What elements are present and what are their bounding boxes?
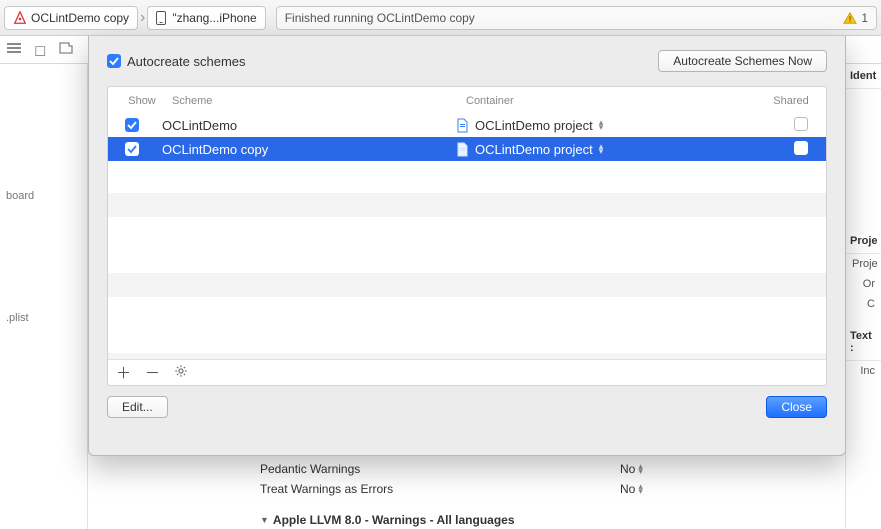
container-stepper-icon[interactable]: ▴▾ <box>599 120 604 130</box>
col-shared[interactable]: Shared <box>766 95 816 107</box>
edit-button[interactable]: Edit... <box>107 396 168 418</box>
phone-icon <box>156 11 166 25</box>
stepper-icon[interactable]: ▴▾ <box>638 464 643 474</box>
table-row <box>108 193 826 217</box>
remove-scheme-button[interactable]: － <box>145 362 160 383</box>
container-name: OCLintDemo project <box>475 142 593 157</box>
setting-value: No <box>620 482 635 496</box>
table-footer: ＋ － <box>108 359 826 385</box>
autocreate-now-button[interactable]: Autocreate Schemes Now <box>658 50 827 72</box>
activity-status-bar: Finished running OCLintDemo copy 1 <box>276 6 877 30</box>
inspector-field: Proje <box>846 254 881 274</box>
shared-checkbox[interactable] <box>794 141 808 155</box>
file-item[interactable]: board <box>6 190 81 202</box>
table-body[interactable]: OCLintDemo OCLintDemo project ▴▾ OCLintD… <box>108 113 826 359</box>
setting-key: Pedantic Warnings <box>260 462 620 476</box>
file-item[interactable]: .plist <box>6 312 81 324</box>
inspector-section: Ident <box>846 64 881 89</box>
scheme-name: OCLintDemo copy <box>31 11 129 25</box>
setting-row[interactable]: Treat Warnings as Errors No▴▾ <box>260 479 841 499</box>
warning-icon[interactable] <box>843 11 857 25</box>
build-settings: Pedantic Warnings No▴▾ Treat Warnings as… <box>260 459 841 529</box>
setting-key: Treat Warnings as Errors <box>260 482 620 496</box>
disclosure-triangle-icon[interactable]: ▼ <box>260 515 269 525</box>
warning-count: 1 <box>861 11 868 25</box>
scheme-name: OCLintDemo copy <box>156 142 456 157</box>
project-icon <box>456 118 469 133</box>
chevron-right-icon: › <box>138 9 147 27</box>
col-scheme[interactable]: Scheme <box>166 95 466 107</box>
device-selector[interactable]: "zhang...iPhone <box>147 6 265 30</box>
inspector-section: Text : <box>846 324 881 361</box>
xcode-toolbar: OCLintDemo copy › "zhang...iPhone Finish… <box>0 0 881 36</box>
col-show[interactable]: Show <box>118 95 166 107</box>
inspector-field: Inc <box>846 361 881 381</box>
autocreate-schemes-checkbox[interactable]: Autocreate schemes <box>107 54 246 69</box>
add-scheme-button[interactable]: ＋ <box>116 362 131 383</box>
setting-row[interactable]: Pedantic Warnings No▴▾ <box>260 459 841 479</box>
inspector-section: Proje <box>846 229 881 254</box>
table-header: Show Scheme Container Shared <box>108 87 826 113</box>
navigator-pane: board .plist <box>0 64 88 529</box>
forward-icon[interactable] <box>58 40 74 59</box>
app-icon <box>13 11 27 25</box>
scheme-selector[interactable]: OCLintDemo copy <box>4 6 138 30</box>
table-row[interactable]: OCLintDemo copy OCLintDemo project ▴▾ <box>108 137 826 161</box>
device-name: "zhang...iPhone <box>172 11 256 25</box>
col-container[interactable]: Container <box>466 95 766 107</box>
settings-section-header[interactable]: ▼ Apple LLVM 8.0 - Warnings - All langua… <box>260 513 841 527</box>
shared-checkbox[interactable] <box>794 117 808 131</box>
autocreate-label: Autocreate schemes <box>127 54 246 69</box>
show-checkbox[interactable] <box>125 142 139 156</box>
container-name: OCLintDemo project <box>475 118 593 133</box>
manage-schemes-dialog: Autocreate schemes Autocreate Schemes No… <box>88 36 846 456</box>
section-title: Apple LLVM 8.0 - Warnings - All language… <box>273 513 515 527</box>
inspector-pane: Ident Proje Proje Or C Text : Inc <box>845 64 881 529</box>
related-items-icon[interactable] <box>6 40 22 59</box>
inspector-field: C <box>846 294 881 314</box>
table-row <box>108 217 826 241</box>
setting-value: No <box>620 462 635 476</box>
back-icon[interactable]: ◻ <box>34 41 46 59</box>
table-row <box>108 273 826 297</box>
scheme-name: OCLintDemo <box>156 118 456 133</box>
container-stepper-icon[interactable]: ▴▾ <box>599 144 604 154</box>
table-row <box>108 297 826 321</box>
table-row[interactable]: OCLintDemo OCLintDemo project ▴▾ <box>108 113 826 137</box>
inspector-field: Or <box>846 274 881 294</box>
checkbox-icon <box>107 54 121 68</box>
project-icon <box>456 142 469 157</box>
gear-icon[interactable] <box>174 364 188 381</box>
show-checkbox[interactable] <box>125 118 139 132</box>
close-button[interactable]: Close <box>766 396 827 418</box>
stepper-icon[interactable]: ▴▾ <box>638 484 643 494</box>
schemes-table: Show Scheme Container Shared OCLintDemo … <box>107 86 827 386</box>
status-text: Finished running OCLintDemo copy <box>285 11 844 25</box>
